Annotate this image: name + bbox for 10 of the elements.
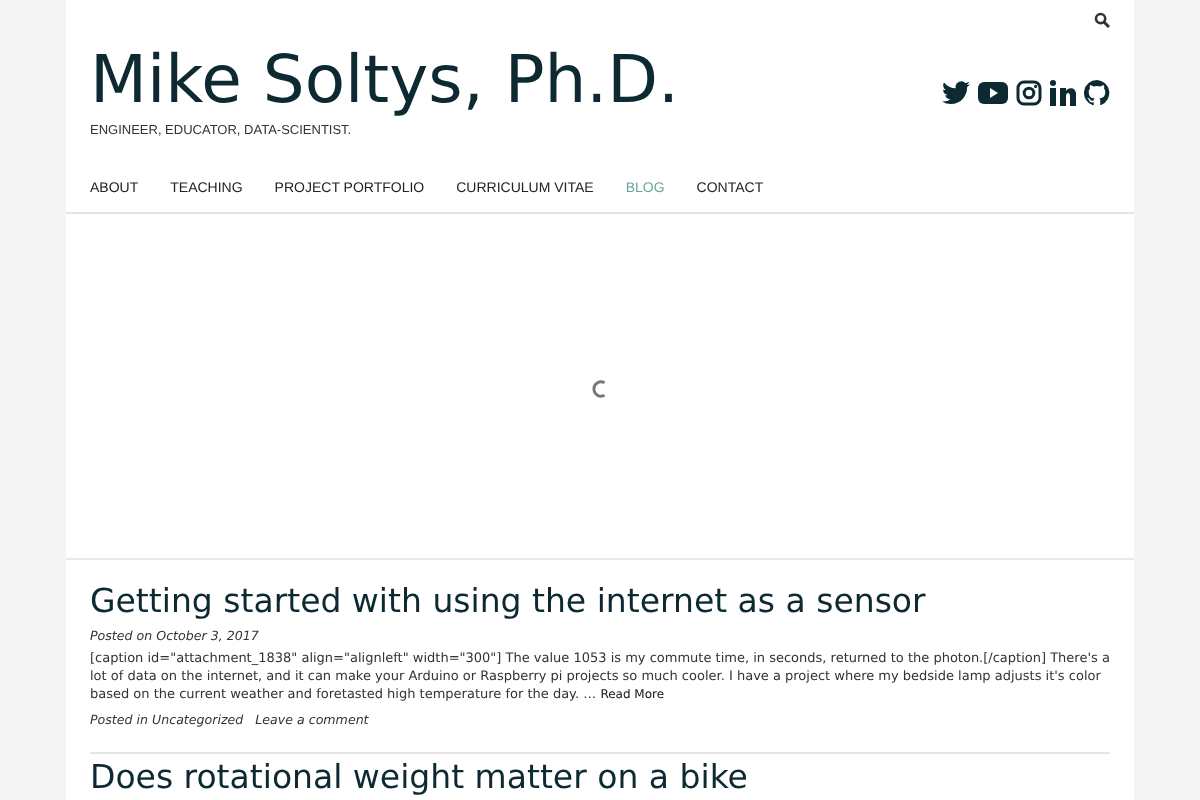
linkedin-icon[interactable] <box>1050 80 1076 106</box>
play-icon[interactable] <box>978 80 1008 106</box>
post-title[interactable]: Getting started with using the internet as a sensor <box>90 582 1110 622</box>
site-title[interactable]: Mike Soltys, Ph.D. <box>90 40 680 120</box>
loading-spinner-icon <box>591 379 609 397</box>
bird-icon[interactable] <box>942 80 970 106</box>
github-icon[interactable] <box>1084 80 1110 106</box>
camera-icon[interactable] <box>1016 80 1042 106</box>
search-icon[interactable] <box>1094 12 1110 28</box>
post-title[interactable]: Does rotational weight matter on a bike <box>90 760 1110 794</box>
